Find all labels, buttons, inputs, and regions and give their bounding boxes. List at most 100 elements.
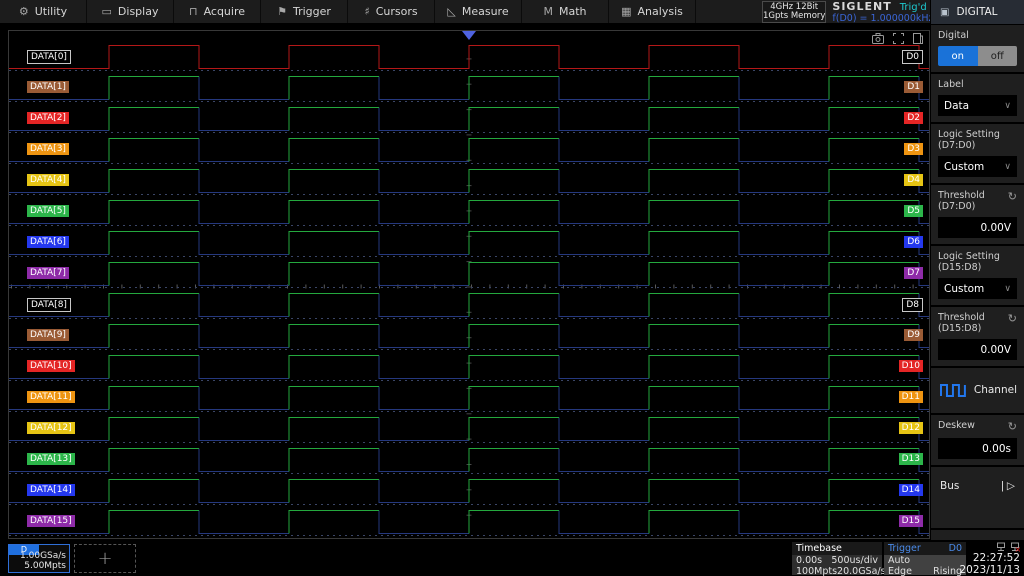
timebase-memory: 100Mpts <box>796 566 837 576</box>
channel-badge-d3[interactable]: D3 <box>904 143 923 155</box>
refresh-icon[interactable]: ↻ <box>1008 190 1017 203</box>
channel-label: Channel <box>974 384 1017 396</box>
channel-badge-d6[interactable]: D6 <box>904 236 923 248</box>
timebase-scale: 500us/div <box>831 555 878 566</box>
channel-badge-d8[interactable]: D8 <box>902 298 923 312</box>
channel-label-d12[interactable]: DATA[12] <box>27 422 75 434</box>
menu-item-math[interactable]: MMath <box>522 0 609 23</box>
logic1-dropdown[interactable]: Custom ∨ <box>938 156 1017 177</box>
deskew-title: Deskew <box>938 420 975 431</box>
add-channel-button[interactable]: + <box>74 544 136 573</box>
chevron-down-icon: ∨ <box>1004 162 1011 172</box>
logic2-dropdown[interactable]: Custom ∨ <box>938 278 1017 299</box>
channel-badge-d12[interactable]: D12 <box>899 422 923 434</box>
bus-button[interactable]: Bus ❘▷ <box>938 472 1017 522</box>
cursors-icon: ♯ <box>364 5 369 18</box>
channel-label-d2[interactable]: DATA[2] <box>27 112 69 124</box>
oscilloscope-screen: ⚙Utility▭Display⊓Acquire⚑Trigger ♯ Cursors… <box>0 0 1024 576</box>
scope-spec-box: 4GHz 12Bit 1Gpts Memory <box>762 1 826 23</box>
channel-label-d10[interactable]: DATA[10] <box>27 360 75 372</box>
menu-item-trigger[interactable]: ⚑Trigger <box>261 0 348 23</box>
digital-on-button[interactable]: on <box>938 46 978 66</box>
channel-badge-d7[interactable]: D7 <box>904 267 923 279</box>
waveform-area: DATA[0] D0 DATA[1] D1 DATA[2] D2 DATA[3] D3 DATA… <box>0 24 930 540</box>
bottom-status-bar: D 1.00GSa/s 5.00Mpts + Timebase 0.00s 50… <box>0 540 1024 576</box>
threshold1-title: Threshold <box>938 190 985 201</box>
refresh-icon[interactable]: ↻ <box>1008 420 1017 433</box>
channel-label-d1[interactable]: DATA[1] <box>27 81 69 93</box>
clock-block: × 22:27:52 2023/11/13 <box>959 542 1020 576</box>
channel-badge-d2[interactable]: D2 <box>904 112 923 124</box>
label-dropdown[interactable]: Data ∨ <box>938 95 1017 116</box>
channel-label-d0[interactable]: DATA[0] <box>27 50 71 64</box>
deskew-section: Deskew ↻ 0.00s <box>931 415 1024 467</box>
deskew-input[interactable]: 0.00s <box>938 438 1017 459</box>
channel-badge-d13[interactable]: D13 <box>899 453 923 465</box>
clock-date: 2023/11/13 <box>959 564 1020 576</box>
frequency-readout: f(D0) = 1.000000kHz <box>832 13 933 24</box>
trigger-mode: Auto <box>888 555 910 566</box>
threshold2-input[interactable]: 0.00V <box>938 339 1017 360</box>
refresh-icon[interactable]: ↻ <box>1008 312 1017 325</box>
channel-label-d8[interactable]: DATA[8] <box>27 298 71 312</box>
digital-toggle: on off <box>938 46 1017 66</box>
channel-label-d9[interactable]: DATA[9] <box>27 329 69 341</box>
channel-button[interactable]: Channel <box>938 373 1017 407</box>
label-title: Label <box>938 79 1017 90</box>
fullscreen-icon[interactable] <box>893 33 904 44</box>
channel-badge-d4[interactable]: D4 <box>904 174 923 186</box>
label-section: Label Data ∨ <box>931 74 1024 124</box>
channel-label-d11[interactable]: DATA[11] <box>27 391 75 403</box>
timebase-rate: 20.0GSa/s <box>837 566 886 576</box>
channel-badge-d1[interactable]: D1 <box>904 81 923 93</box>
trigger-type: Edge <box>888 566 912 576</box>
channel-badge-d10[interactable]: D10 <box>899 360 923 372</box>
square-wave-icon <box>940 383 966 397</box>
channel-label-d4[interactable]: DATA[4] <box>27 174 69 186</box>
channel-badge-d0[interactable]: D0 <box>902 50 923 64</box>
svg-text:×: × <box>1015 545 1021 552</box>
digital-off-button[interactable]: off <box>978 46 1018 66</box>
channel-badge-d9[interactable]: D9 <box>904 329 923 341</box>
camera-icon[interactable] <box>872 33 884 44</box>
flip-page-icon[interactable] <box>913 33 923 44</box>
menu-item-utility[interactable]: ⚙Utility <box>0 0 87 23</box>
channel-badge-d11[interactable]: D11 <box>899 391 923 403</box>
bus-section: Bus ❘▷ <box>931 467 1024 530</box>
logic2-title: Logic Setting <box>938 251 1017 262</box>
channel-label-d13[interactable]: DATA[13] <box>27 453 75 465</box>
channel-label-d7[interactable]: DATA[7] <box>27 267 69 279</box>
digital-channel-descriptor[interactable]: D 1.00GSa/s 5.00Mpts <box>8 544 70 573</box>
trigger-position-marker[interactable] <box>462 31 476 40</box>
label-value: Data <box>944 100 969 112</box>
menu-item-label: Utility <box>35 5 67 18</box>
flag-icon: ⚑ <box>277 5 287 18</box>
menu-item-acquire[interactable]: ⊓Acquire <box>174 0 261 23</box>
channel-label-d15[interactable]: DATA[15] <box>27 515 75 527</box>
waveform-grid[interactable]: DATA[0] D0 DATA[1] D1 DATA[2] D2 DATA[3] D3 DATA… <box>8 30 930 539</box>
plot-corner-icons <box>872 33 923 44</box>
channel-badge-d5[interactable]: D5 <box>904 205 923 217</box>
timebase-panel[interactable]: Timebase 0.00s 500us/div 100Mpts 20.0GSa… <box>792 542 882 575</box>
analysis-icon: ▦ <box>621 5 631 18</box>
channel-label-d14[interactable]: DATA[14] <box>27 484 75 496</box>
channel-badge-d14[interactable]: D14 <box>899 484 923 496</box>
clock-time: 22:27:52 <box>959 552 1020 564</box>
d-points: 5.00Mpts <box>20 561 66 571</box>
channel-badge-d15[interactable]: D15 <box>899 515 923 527</box>
menu-item-cursors[interactable]: ♯ Cursors <box>348 0 435 23</box>
channel-label-d5[interactable]: DATA[5] <box>27 205 69 217</box>
menu-item-measure[interactable]: ◺Measure <box>435 0 522 23</box>
menu-item-label: Math <box>559 5 587 18</box>
menu-item-label: Cursors <box>376 5 418 18</box>
digital-panel-icon: ▣ <box>940 7 949 18</box>
menu-item-label: Analysis <box>638 5 683 18</box>
menu-item-analysis[interactable]: ▦ Analysis <box>609 0 696 23</box>
channel-label-d6[interactable]: DATA[6] <box>27 236 69 248</box>
menu-item-display[interactable]: ▭Display <box>87 0 174 23</box>
bus-label: Bus <box>940 480 959 492</box>
trigger-panel[interactable]: Trigger D0 Auto Edge Rising <box>884 542 966 575</box>
sidebar-header: ▣ DIGITAL <box>931 0 1024 25</box>
channel-label-d3[interactable]: DATA[3] <box>27 143 69 155</box>
threshold1-input[interactable]: 0.00V <box>938 217 1017 238</box>
